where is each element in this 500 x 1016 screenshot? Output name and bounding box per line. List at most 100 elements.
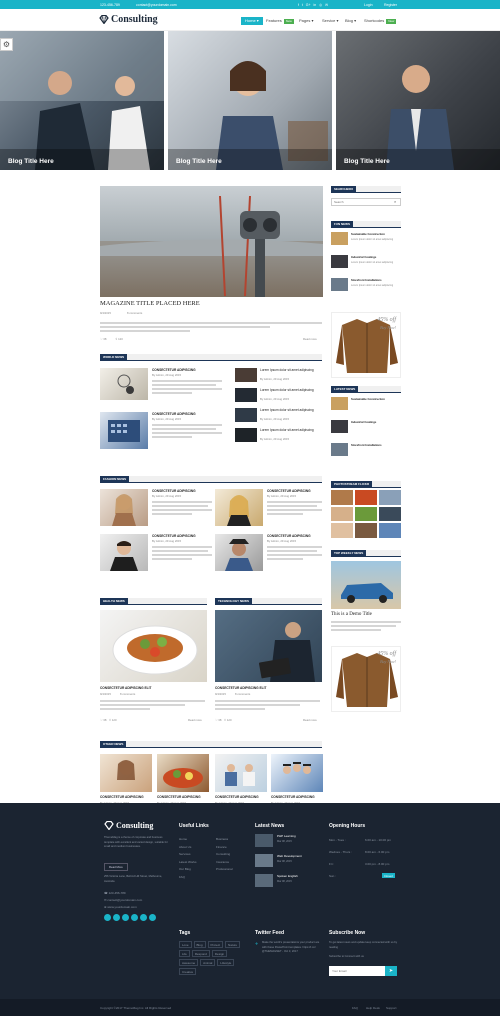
hero-title[interactable]: Blog Title Here	[8, 158, 54, 165]
twitter-icon[interactable]	[113, 914, 120, 921]
tag[interactable]: Life	[179, 950, 190, 957]
article-title[interactable]: CONSECTETUR ADIPISCING	[267, 534, 311, 538]
flickr-photo[interactable]	[355, 490, 377, 505]
social-icons[interactable]: f t G+ in ◎ ✉	[298, 3, 328, 7]
footer-email[interactable]: ✉ contact@yourdomain.com	[104, 898, 142, 902]
nav-pages[interactable]: Pages ▾	[299, 17, 313, 25]
footer-link[interactable]: About Us	[179, 844, 196, 852]
small-article-title[interactable]: Lorem Ipsum dolor sit amet adipiscing	[260, 428, 314, 432]
nav-blog[interactable]: Blog ▾	[345, 17, 356, 25]
jacket-ad-2[interactable]: 45% off Buy Now!	[331, 646, 401, 712]
jacket-ad[interactable]: 45% off Buy Now!	[331, 312, 401, 378]
demo-title[interactable]: This is a Demo Title	[331, 612, 372, 617]
tag[interactable]: Lifestyle	[217, 959, 235, 966]
health-article-title[interactable]: CONSECTETUR ADIPISCING ELIT	[100, 686, 151, 690]
tag[interactable]: Blog	[193, 941, 206, 948]
footer-news-title[interactable]: Web Development	[277, 854, 302, 858]
small-article-title[interactable]: Lorem Ipsum dolor sit amet adipiscing	[260, 408, 314, 412]
footer-link[interactable]: Latest Works	[179, 859, 196, 867]
register-link[interactable]: Register	[384, 3, 397, 7]
footer-link[interactable]: Home	[179, 836, 196, 844]
tag[interactable]: Design	[211, 950, 228, 957]
tag[interactable]: Protect	[207, 941, 224, 948]
latest-item[interactable]: Sustainable Construction	[351, 397, 385, 401]
settings-gear-icon[interactable]: ⚙	[0, 38, 13, 51]
latest-thumb-1[interactable]	[331, 397, 348, 410]
world-thumb-2[interactable]	[235, 388, 257, 402]
login-link[interactable]: Login	[364, 3, 373, 7]
footer-news-title[interactable]: PHP Learning	[277, 834, 296, 838]
footer-news-thumb[interactable]	[255, 874, 273, 887]
footer-news-thumb[interactable]	[255, 834, 273, 847]
footer-link[interactable]: Finance	[216, 844, 233, 852]
hero-title[interactable]: Blog Title Here	[344, 158, 390, 165]
instagram-icon[interactable]	[140, 914, 147, 921]
footer-news-thumb[interactable]	[255, 854, 273, 867]
read-more-link[interactable]: Read more	[188, 718, 202, 722]
tech-article-comments[interactable]: 8 comments	[235, 692, 250, 696]
hero-card-1[interactable]: Blog Title Here	[0, 31, 164, 170]
featured-shares[interactable]: ⇪ 120	[115, 337, 123, 341]
tech-article-title[interactable]: CONSECTETUR ADIPISCING ELIT	[215, 686, 266, 690]
fun-item[interactable]: Industrial Coatings	[351, 255, 376, 259]
read-more-link[interactable]: Read more	[303, 337, 317, 341]
footer-link[interactable]: Business	[216, 836, 233, 844]
nav-home[interactable]: Home ▾	[241, 17, 263, 25]
health-image[interactable]	[100, 610, 207, 682]
hero-card-2[interactable]: Blog Title Here	[168, 31, 332, 170]
other-image-3[interactable]	[215, 754, 267, 792]
tag[interactable]: Love	[179, 941, 192, 948]
tag[interactable]: Awesome	[179, 959, 199, 966]
facebook-icon[interactable]	[104, 914, 111, 921]
brand-logo[interactable]: Consulting	[111, 14, 158, 25]
article-title[interactable]: CONSECTETUR ADIPISCING	[100, 795, 144, 799]
small-article-title[interactable]: Lorem Ipsum dolor sit amet adipiscing	[260, 388, 314, 392]
hero-card-3[interactable]: Blog Title Here	[336, 31, 500, 170]
tag[interactable]: Respond	[191, 950, 210, 957]
subscribe-email-input[interactable]	[329, 966, 385, 976]
world-thumb-3[interactable]	[235, 408, 257, 422]
featured-likes[interactable]: ♡ 38	[100, 337, 106, 341]
footer-read-more[interactable]: Read More	[104, 863, 128, 871]
article-title[interactable]: CONSECTETUR ADIPISCING	[152, 489, 196, 493]
article-title[interactable]: CONSECTETUR ADIPISCING	[215, 795, 259, 799]
fashion-image-2[interactable]	[215, 489, 263, 526]
latest-thumb-3[interactable]	[331, 443, 348, 456]
latest-item[interactable]: Industrial Coatings	[351, 420, 376, 424]
fashion-image-4[interactable]	[215, 534, 263, 571]
latest-item[interactable]: Storefront Installations	[351, 443, 382, 447]
fashion-image-1[interactable]	[100, 489, 148, 526]
search-icon[interactable]: ⌕	[394, 199, 396, 204]
footer-link[interactable]: Insurance	[216, 859, 233, 867]
other-image-1[interactable]	[100, 754, 152, 792]
nav-service[interactable]: Service ▾	[322, 17, 338, 25]
world-image-1[interactable]	[100, 368, 148, 400]
small-article-title[interactable]: Lorem Ipsum dolor sit amet adipiscing	[260, 368, 314, 372]
article-title[interactable]: CONSECTETUR ADIPISCING	[152, 412, 196, 416]
flickr-photo[interactable]	[355, 506, 377, 522]
world-image-2[interactable]	[100, 412, 148, 449]
fun-item[interactable]: Sustainable Construction	[351, 232, 385, 236]
tag[interactable]: Animal	[200, 959, 216, 966]
flickr-photo[interactable]	[331, 523, 353, 538]
google-plus-icon[interactable]	[122, 914, 129, 921]
fashion-image-3[interactable]	[100, 534, 148, 571]
flickr-photo[interactable]	[379, 523, 401, 538]
fun-thumb-3[interactable]	[331, 278, 348, 291]
featured-title[interactable]: MAGAZINE TITLE PLACED HERE	[100, 300, 200, 307]
other-image-4[interactable]	[271, 754, 323, 792]
fun-thumb-2[interactable]	[331, 255, 348, 268]
article-title[interactable]: CONSECTETUR ADIPISCING	[152, 368, 196, 372]
copyright-link[interactable]: Support	[386, 1006, 397, 1010]
nav-shortcodes[interactable]: Shortcodes New	[364, 17, 397, 25]
copyright-link[interactable]: Help Desk	[366, 1006, 380, 1010]
tech-likes[interactable]: ♡ 38 ⇪ 120	[215, 718, 232, 722]
footer-link[interactable]: Consulting	[216, 851, 233, 859]
flickr-photo[interactable]	[379, 506, 401, 522]
world-thumb-1[interactable]	[235, 368, 257, 382]
footer-brand[interactable]: Consulting	[116, 821, 153, 830]
flickr-photo[interactable]	[331, 490, 353, 505]
article-title[interactable]: CONSECTETUR ADIPISCING	[157, 795, 201, 799]
tag[interactable]: Creative	[179, 968, 197, 975]
hero-title[interactable]: Blog Title Here	[176, 158, 222, 165]
